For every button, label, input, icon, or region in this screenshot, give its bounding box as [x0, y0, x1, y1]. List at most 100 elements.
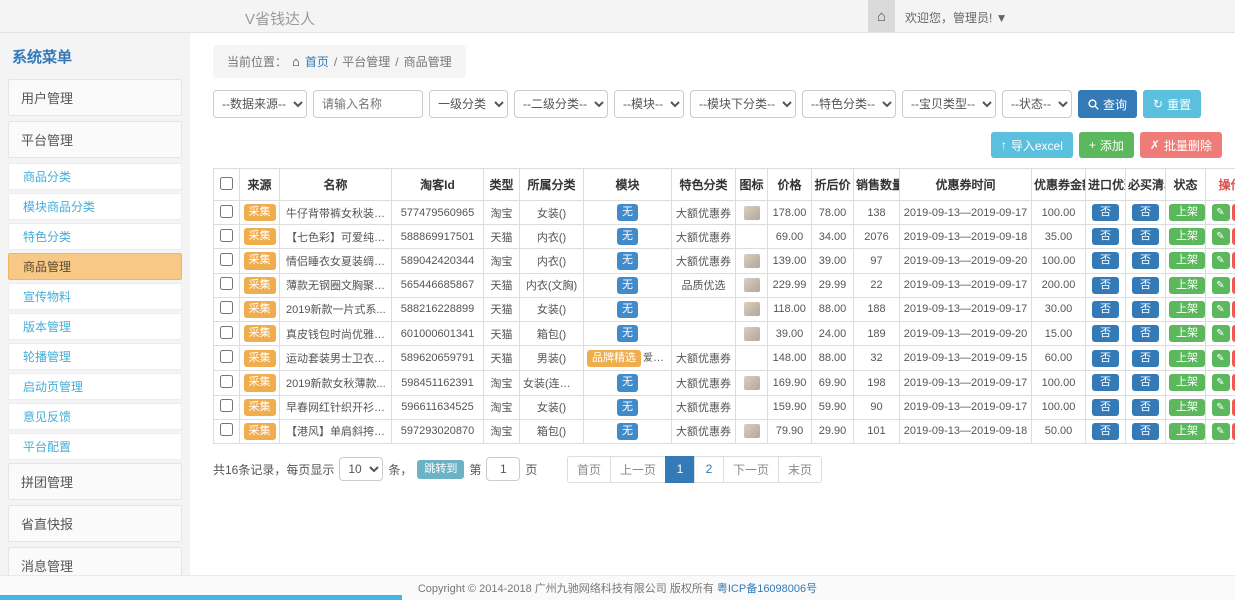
filter-select[interactable]: --宝贝类型--	[902, 90, 996, 118]
import-select-toggle[interactable]: 否	[1092, 374, 1119, 391]
row-checkbox[interactable]	[220, 229, 233, 242]
import-select-toggle[interactable]: 否	[1092, 325, 1119, 342]
page-button[interactable]: 首页	[567, 456, 611, 483]
user-menu[interactable]: 欢迎您，管理员! ▼	[905, 9, 1008, 26]
page-size-select[interactable]: 10	[339, 457, 383, 481]
status-button[interactable]: 上架	[1169, 399, 1205, 416]
page-button[interactable]: 上一页	[610, 456, 666, 483]
sidebar-item[interactable]: 平台配置	[8, 433, 182, 460]
sidebar-item[interactable]: 商品管理	[8, 253, 182, 280]
must-buy-toggle[interactable]: 否	[1132, 325, 1159, 342]
page-button[interactable]: 末页	[778, 456, 822, 483]
edit-icon[interactable]: ✎	[1212, 252, 1230, 269]
sidebar-item[interactable]: 模块商品分类	[8, 193, 182, 220]
must-buy-toggle[interactable]: 否	[1132, 228, 1159, 245]
import-select-toggle[interactable]: 否	[1092, 252, 1119, 269]
sidebar-item[interactable]: 轮播管理	[8, 343, 182, 370]
add-button[interactable]: + 添加	[1079, 132, 1134, 158]
reset-button[interactable]: ↻ 重置	[1143, 90, 1201, 118]
search-button[interactable]: 查询	[1078, 90, 1137, 118]
import-select-toggle[interactable]: 否	[1092, 301, 1119, 318]
row-checkbox[interactable]	[220, 399, 233, 412]
delete-icon[interactable]: ✗	[1232, 252, 1235, 269]
sidebar-item[interactable]: 版本管理	[8, 313, 182, 340]
import-excel-button[interactable]: ↑ 导入excel	[991, 132, 1073, 158]
edit-icon[interactable]: ✎	[1212, 399, 1230, 416]
sidebar-item[interactable]: 宣传物料	[8, 283, 182, 310]
delete-icon[interactable]: ✗	[1232, 228, 1235, 245]
delete-icon[interactable]: ✗	[1232, 399, 1235, 416]
edit-icon[interactable]: ✎	[1212, 301, 1230, 318]
edit-icon[interactable]: ✎	[1212, 204, 1230, 221]
batch-delete-button[interactable]: ✗ 批量删除	[1140, 132, 1222, 158]
must-buy-toggle[interactable]: 否	[1132, 423, 1159, 440]
filter-select[interactable]: --模块下分类--	[690, 90, 796, 118]
delete-icon[interactable]: ✗	[1232, 277, 1235, 294]
edit-icon[interactable]: ✎	[1212, 277, 1230, 294]
must-buy-toggle[interactable]: 否	[1132, 399, 1159, 416]
import-select-toggle[interactable]: 否	[1092, 204, 1119, 221]
row-checkbox[interactable]	[220, 326, 233, 339]
sidebar-item[interactable]: 平台管理	[8, 121, 182, 158]
row-checkbox[interactable]	[220, 301, 233, 314]
must-buy-toggle[interactable]: 否	[1132, 204, 1159, 221]
row-checkbox[interactable]	[220, 253, 233, 266]
delete-icon[interactable]: ✗	[1232, 325, 1235, 342]
must-buy-toggle[interactable]: 否	[1132, 252, 1159, 269]
page-button[interactable]: 下一页	[723, 456, 779, 483]
status-button[interactable]: 上架	[1169, 325, 1205, 342]
row-checkbox[interactable]	[220, 375, 233, 388]
edit-icon[interactable]: ✎	[1212, 228, 1230, 245]
page-button[interactable]: 2	[694, 456, 724, 483]
sidebar-item[interactable]: 用户管理	[8, 79, 182, 116]
status-button[interactable]: 上架	[1169, 301, 1205, 318]
status-button[interactable]: 上架	[1169, 423, 1205, 440]
edit-icon[interactable]: ✎	[1212, 350, 1230, 367]
sidebar-item[interactable]: 意见反馈	[8, 403, 182, 430]
import-select-toggle[interactable]: 否	[1092, 277, 1119, 294]
filter-select[interactable]: --特色分类--	[802, 90, 896, 118]
icp-link[interactable]: 粤ICP备16098006号	[717, 580, 817, 596]
home-icon[interactable]: ⌂	[868, 0, 895, 32]
sidebar-item[interactable]: 启动页管理	[8, 373, 182, 400]
must-buy-toggle[interactable]: 否	[1132, 374, 1159, 391]
must-buy-toggle[interactable]: 否	[1132, 277, 1159, 294]
delete-icon[interactable]: ✗	[1232, 374, 1235, 391]
import-select-toggle[interactable]: 否	[1092, 399, 1119, 416]
delete-icon[interactable]: ✗	[1232, 204, 1235, 221]
jump-button[interactable]: 跳转到	[417, 460, 464, 479]
status-button[interactable]: 上架	[1169, 204, 1205, 221]
status-button[interactable]: 上架	[1169, 277, 1205, 294]
row-checkbox[interactable]	[220, 423, 233, 436]
sidebar-item[interactable]: 特色分类	[8, 223, 182, 250]
edit-icon[interactable]: ✎	[1212, 325, 1230, 342]
delete-icon[interactable]: ✗	[1232, 350, 1235, 367]
delete-icon[interactable]: ✗	[1232, 301, 1235, 318]
filter-select[interactable]: --数据来源--	[213, 90, 307, 118]
row-checkbox[interactable]	[220, 350, 233, 363]
page-button[interactable]: 1	[665, 456, 695, 483]
sidebar-item[interactable]: 消息管理	[8, 547, 182, 575]
horizontal-scrollbar-thumb[interactable]	[0, 595, 402, 600]
filter-select[interactable]: --状态--	[1002, 90, 1072, 118]
filter-select[interactable]: --模块--	[614, 90, 684, 118]
must-buy-toggle[interactable]: 否	[1132, 350, 1159, 367]
status-button[interactable]: 上架	[1169, 350, 1205, 367]
row-checkbox[interactable]	[220, 205, 233, 218]
name-search-input[interactable]	[313, 90, 423, 118]
status-button[interactable]: 上架	[1169, 374, 1205, 391]
breadcrumb-home-link[interactable]: 首页	[305, 53, 329, 70]
edit-icon[interactable]: ✎	[1212, 423, 1230, 440]
edit-icon[interactable]: ✎	[1212, 374, 1230, 391]
status-button[interactable]: 上架	[1169, 252, 1205, 269]
import-select-toggle[interactable]: 否	[1092, 350, 1119, 367]
filter-select[interactable]: --二级分类--	[514, 90, 608, 118]
row-checkbox[interactable]	[220, 277, 233, 290]
sidebar-item[interactable]: 省直快报	[8, 505, 182, 542]
page-number-input[interactable]	[486, 457, 520, 481]
must-buy-toggle[interactable]: 否	[1132, 301, 1159, 318]
filter-select[interactable]: 一级分类	[429, 90, 508, 118]
sidebar-item[interactable]: 商品分类	[8, 163, 182, 190]
delete-icon[interactable]: ✗	[1232, 423, 1235, 440]
select-all-checkbox[interactable]	[220, 177, 233, 190]
